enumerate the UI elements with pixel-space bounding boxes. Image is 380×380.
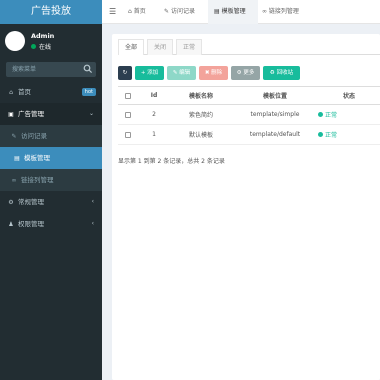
avatar: [5, 31, 25, 51]
column-header-name[interactable]: 模板名称: [170, 86, 232, 105]
filter-tab-closed[interactable]: 关闭: [147, 39, 174, 55]
delete-label: 删除: [211, 70, 223, 76]
online-dot-icon: [31, 44, 36, 49]
link-icon: ∞: [262, 8, 267, 15]
tab-label: 链接列管理: [268, 8, 299, 15]
sidebar: 广告投放 Admin 在线 ⌂ 首页 hot ▣ 广告管理 ⌄ ✎ 访问记录 ▤ 模板管…: [0, 0, 102, 380]
sidebar-item-home[interactable]: ⌂ 首页 hot: [0, 81, 102, 103]
user-status: 在线: [31, 42, 51, 51]
tab-label: 模板管理: [221, 8, 246, 15]
sidebar-item-label: 权限管理: [18, 220, 44, 228]
top-navbar: ☰ ⌂ 首页 ✎ 访问记录 ▤ 模板管理 ∞ 链接列管理: [102, 0, 380, 24]
select-all-checkbox[interactable]: [125, 92, 131, 99]
table-row[interactable]: 2 紫色简约 template/simple 正常: [118, 104, 380, 125]
recycle-label: 回收站: [276, 70, 294, 76]
user-name: Admin: [31, 32, 55, 40]
chevron-left-icon: ‹: [91, 220, 94, 227]
link-icon: ∞: [11, 177, 17, 184]
more-button[interactable]: ⚙ 更多: [231, 66, 260, 80]
cell-name: 默认模板: [170, 124, 232, 145]
cell-state: 正常: [318, 124, 380, 145]
state-label: 正常: [325, 132, 338, 139]
sidebar-item-label: 模板管理: [24, 154, 50, 162]
user-panel: Admin 在线: [0, 28, 102, 58]
sidebar-item-permissions[interactable]: ♟ 权限管理 ‹: [0, 213, 102, 235]
cell-id: 2: [138, 104, 170, 125]
template-icon: ▤: [14, 155, 20, 162]
menu-search-input[interactable]: [6, 62, 90, 77]
hot-badge: hot: [81, 88, 96, 96]
recycle-bin-button[interactable]: ♻ 回收站: [263, 66, 300, 80]
cell-id: 1: [138, 124, 170, 145]
cell-state: 正常: [318, 104, 380, 125]
tab-home[interactable]: ⌂ 首页: [128, 0, 158, 24]
more-label: 更多: [243, 70, 255, 76]
sidebar-item-label: 常规管理: [18, 198, 44, 206]
user-status-label: 在线: [39, 44, 52, 51]
tab-templates[interactable]: ▤ 模板管理: [208, 0, 258, 24]
column-header-state[interactable]: 状态: [318, 86, 380, 105]
row-checkbox[interactable]: [125, 131, 131, 138]
content-panel: 全部 关闭 正常 ↻ + 添加 ✎ 编辑 ✖ 删除 ⚙ 更多 ♻ 回收站 Id …: [112, 34, 380, 380]
sidebar-item-templates[interactable]: ▤ 模板管理: [0, 147, 102, 169]
menu-toggle-icon[interactable]: ☰: [109, 7, 116, 16]
column-header-id[interactable]: Id: [138, 86, 170, 105]
search-icon[interactable]: [83, 64, 93, 74]
users-icon: ♟: [8, 221, 14, 228]
edit-label: 编辑: [179, 70, 191, 76]
status-filter-tabs: 全部 关闭 正常: [118, 39, 380, 55]
row-select-cell: [118, 124, 138, 145]
tab-links[interactable]: ∞ 链接列管理: [262, 0, 314, 24]
chevron-down-icon: ⌄: [88, 110, 94, 117]
template-icon: ▤: [214, 8, 220, 15]
trash-icon: ✖: [204, 70, 210, 76]
home-icon: ⌂: [9, 89, 13, 96]
filter-tab-all[interactable]: 全部: [118, 39, 145, 55]
brand-title[interactable]: 广告投放: [0, 0, 102, 24]
cell-path: template/simple: [232, 104, 318, 125]
edit-button[interactable]: ✎ 编辑: [167, 66, 196, 80]
image-icon: ▣: [8, 111, 14, 118]
table-header-row: Id 模板名称 模板位置 状态: [118, 86, 380, 105]
trash-icon: ♻: [269, 70, 275, 76]
plus-icon: +: [140, 70, 146, 76]
cog-icon: ⚙: [236, 70, 242, 76]
table-row[interactable]: 1 默认模板 template/default 正常: [118, 124, 380, 145]
add-label: 添加: [147, 70, 159, 76]
status-dot-icon: [318, 112, 323, 117]
sidebar-item-label: 链接列管理: [21, 176, 54, 184]
pagination-summary: 显示第 1 到第 2 条记录，总共 2 条记录: [118, 158, 225, 165]
tab-visit-log[interactable]: ✎ 访问记录: [164, 0, 208, 24]
status-dot-icon: [318, 132, 323, 137]
sidebar-item-label: 访问记录: [21, 132, 47, 140]
menu-search: [6, 62, 96, 77]
sidebar-item-visit-log[interactable]: ✎ 访问记录: [0, 125, 102, 147]
row-checkbox[interactable]: [125, 111, 131, 118]
sidebar-item-ads[interactable]: ▣ 广告管理 ⌄: [0, 103, 102, 125]
refresh-button[interactable]: ↻: [118, 66, 132, 80]
select-all-cell: [118, 86, 138, 105]
filter-tab-normal[interactable]: 正常: [176, 39, 203, 55]
sidebar-item-label: 广告管理: [18, 110, 44, 118]
tab-label: 访问记录: [170, 8, 195, 15]
template-table: Id 模板名称 模板位置 状态 2 紫色简约 template/simple 正…: [118, 86, 380, 145]
cell-path: template/default: [232, 124, 318, 145]
cell-name: 紫色简约: [170, 104, 232, 125]
state-label: 正常: [325, 112, 338, 119]
refresh-icon: ↻: [122, 70, 128, 76]
tab-label: 首页: [133, 8, 146, 15]
sidebar-item-label: 首页: [18, 88, 31, 96]
chevron-left-icon: ‹: [91, 198, 94, 205]
pencil-icon: ✎: [172, 70, 178, 76]
sidebar-item-general[interactable]: ⚙ 常规管理 ‹: [0, 191, 102, 213]
pencil-icon: ✎: [11, 133, 17, 140]
add-button[interactable]: + 添加: [135, 66, 164, 80]
home-icon: ⌂: [128, 8, 132, 15]
pencil-icon: ✎: [164, 8, 170, 15]
gear-icon: ⚙: [8, 199, 14, 206]
sidebar-item-links[interactable]: ∞ 链接列管理: [0, 169, 102, 191]
column-header-path[interactable]: 模板位置: [232, 86, 318, 105]
delete-button[interactable]: ✖ 删除: [199, 66, 228, 80]
row-select-cell: [118, 104, 138, 125]
